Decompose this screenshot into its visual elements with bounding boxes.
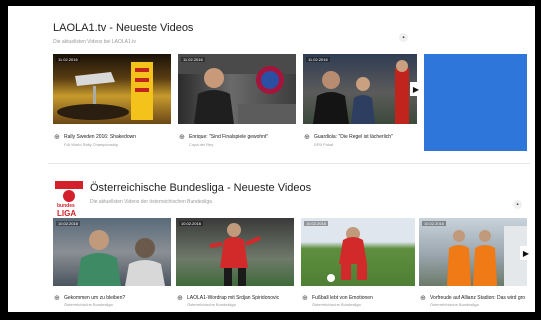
stadium-thumbnail-image bbox=[447, 226, 527, 286]
video-title[interactable]: Guardiola: "Die Regel ist lächerlich" bbox=[314, 134, 417, 140]
video-channel: DFB Pokal bbox=[314, 142, 334, 147]
video-channel: Österreichische Bundesliga bbox=[430, 302, 479, 307]
guardiola-thumbnail-image bbox=[313, 60, 409, 124]
video-channel: Österreichische Bundesliga bbox=[64, 302, 113, 307]
advertisement-banner[interactable] bbox=[424, 54, 527, 151]
section-title-bundesliga: Österreichische Bundesliga - Neueste Vid… bbox=[90, 182, 312, 194]
video-date: 10.02.2016 bbox=[422, 221, 447, 226]
page: LAOLA1.tv - Neueste Videos Die aktuellst… bbox=[8, 6, 535, 312]
globe-icon: ⊕ bbox=[54, 295, 60, 302]
video-title[interactable]: Gekommen um zu bleiben? bbox=[64, 295, 171, 301]
video-channel: FIA World Rally Championship bbox=[64, 142, 119, 147]
video-channel: Österreichische Bundesliga bbox=[187, 302, 236, 307]
section-divider bbox=[48, 163, 530, 164]
video-thumbnail[interactable]: 11.02.2016 bbox=[178, 54, 296, 124]
chevron-right-icon: ▶ bbox=[522, 248, 530, 258]
video-date: 11.02.2016 bbox=[56, 57, 80, 62]
next-arrow-button[interactable]: ▶ bbox=[520, 246, 532, 260]
video-title[interactable]: Vorfreude auf Allianz Stadion: Das wird … bbox=[430, 295, 527, 301]
globe-icon: ⊕ bbox=[302, 295, 308, 302]
section-subtitle-laola1: Die aktuellsten Videos bei LAOLA1.tv bbox=[53, 39, 137, 45]
video-thumbnail[interactable]: 11.02.2016 bbox=[53, 54, 171, 124]
video-channel: Copa del Rey bbox=[189, 142, 214, 147]
video-card[interactable]: 10.02.2016 ⊕ Vorfreude auf Allianz Stadi… bbox=[419, 218, 527, 307]
video-channel: Österreichische Bundesliga bbox=[312, 302, 361, 307]
player-interview-thumbnail-image bbox=[77, 230, 165, 286]
video-thumbnail[interactable]: 11.02.2016 bbox=[303, 54, 417, 124]
video-title[interactable]: Rally Sweden 2016: Shakedown bbox=[64, 134, 171, 140]
video-card[interactable]: 10.02.2016 ⊕ LAOLA1-Wordrap mit Srdjan S… bbox=[176, 218, 294, 307]
video-thumbnail[interactable]: 10.02.2016 bbox=[419, 218, 527, 286]
video-thumbnail[interactable]: 10.02.2016 bbox=[53, 218, 171, 286]
logo-text-bottom: LIGA bbox=[57, 209, 77, 218]
next-arrow-button[interactable]: ▶ bbox=[410, 82, 422, 96]
video-date: 10.02.2016 bbox=[304, 221, 329, 226]
video-card[interactable]: 10.02.2016 ⊕ Gekommen um zu bleiben? Öst… bbox=[53, 218, 171, 307]
globe-icon: ⊕ bbox=[177, 295, 183, 302]
section-subtitle-bundesliga: Die aktuellsten Videos der österreichisc… bbox=[90, 199, 212, 205]
grid-icon[interactable]: ▪ bbox=[399, 33, 408, 42]
video-date: 10.02.2016 bbox=[179, 221, 204, 226]
video-thumbnail[interactable]: 10.02.2016 bbox=[301, 218, 415, 286]
section-title-laola1: LAOLA1.tv - Neueste Videos bbox=[53, 22, 194, 34]
video-card[interactable]: 11.02.2016 ⊕ Rally Sweden 2016: Shakedow… bbox=[53, 54, 171, 154]
video-title[interactable]: Enrique: "Sind Finalspiele gewohnt" bbox=[189, 134, 296, 140]
player-pitch-thumbnail-image bbox=[327, 227, 367, 282]
grid-icon[interactable]: ▪ bbox=[513, 200, 522, 209]
bundesliga-logo: bundes LIGA bbox=[55, 181, 83, 219]
globe-icon: ⊕ bbox=[420, 295, 426, 302]
globe-icon: ⊕ bbox=[304, 134, 310, 141]
globe-icon: ⊕ bbox=[54, 134, 60, 141]
video-card[interactable]: 11.02.2016 ⊕ Guardiola: "Die Regel ist l… bbox=[303, 54, 417, 154]
video-thumbnail[interactable]: 10.02.2016 bbox=[176, 218, 294, 286]
rally-thumbnail-image bbox=[57, 62, 153, 120]
video-date: 10.02.2016 bbox=[56, 221, 81, 226]
video-title[interactable]: Fußball lebt von Emotionen bbox=[312, 295, 415, 301]
globe-icon: ⊕ bbox=[179, 134, 185, 141]
chevron-right-icon: ▶ bbox=[412, 84, 420, 94]
video-card[interactable]: 10.02.2016 ⊕ Fußball lebt von Emotionen … bbox=[301, 218, 415, 307]
video-card[interactable]: 11.02.2016 ⊕ Enrique: "Sind Finalspiele … bbox=[178, 54, 296, 154]
video-date: 11.02.2016 bbox=[181, 57, 205, 62]
player-match-thumbnail-image bbox=[209, 223, 261, 286]
video-title[interactable]: LAOLA1-Wordrap mit Srdjan Spiridonovic bbox=[187, 295, 294, 301]
video-date: 11.02.2016 bbox=[306, 57, 330, 62]
enrique-thumbnail-image bbox=[178, 54, 296, 124]
